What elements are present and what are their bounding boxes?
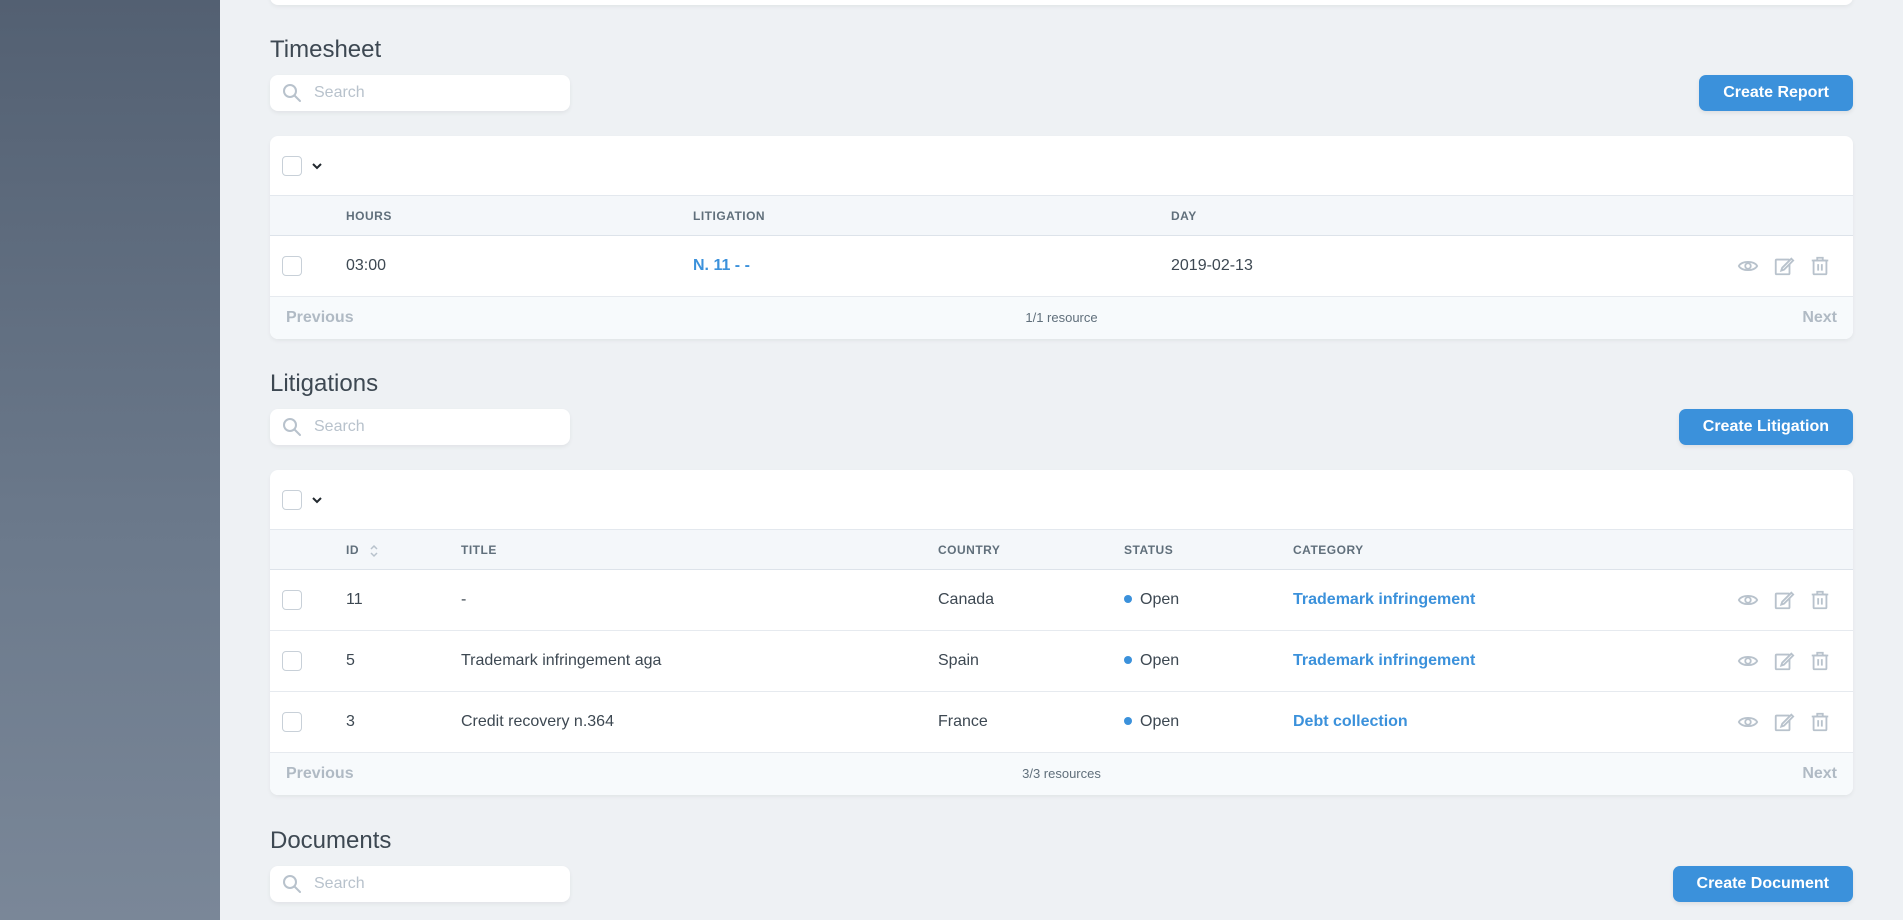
id-cell: 3: [346, 713, 355, 730]
status-cell: Open: [1124, 631, 1179, 691]
documents-title: Documents: [270, 827, 392, 854]
create-document-button[interactable]: Create Document: [1672, 866, 1853, 902]
category-link[interactable]: Debt collection: [1293, 692, 1408, 752]
column-id-label: ID: [346, 543, 359, 557]
chevron-down-icon[interactable]: [310, 493, 324, 507]
title-cell: Credit recovery n.364: [461, 713, 614, 730]
table-row: 11 - Canada Open Trademark infringement: [270, 570, 1853, 631]
day-cell: 2019-02-13: [1171, 257, 1253, 274]
main-content: Timesheet Create Report HOURS LITIGATION…: [220, 0, 1903, 920]
eye-icon[interactable]: [1737, 650, 1759, 672]
timesheet-title: Timesheet: [270, 36, 382, 63]
resource-count: 3/3 resources: [1022, 766, 1101, 781]
title-cell: -: [461, 591, 467, 608]
trash-icon[interactable]: [1809, 650, 1831, 672]
documents-search[interactable]: [270, 866, 570, 902]
litigation-link[interactable]: N. 11 - -: [693, 236, 750, 296]
table-header: ID TITLE COUNTRY STATUS CATEGORY: [270, 530, 1853, 570]
column-country[interactable]: COUNTRY: [938, 530, 1000, 570]
chevron-down-icon[interactable]: [310, 159, 324, 173]
category-link[interactable]: Trademark infringement: [1293, 570, 1475, 630]
search-icon: [283, 84, 301, 102]
timesheet-search[interactable]: [270, 75, 570, 111]
edit-icon[interactable]: [1773, 255, 1795, 277]
title-cell: Trademark infringement aga: [461, 652, 662, 669]
hours-cell: 03:00: [346, 257, 387, 274]
eye-icon[interactable]: [1737, 589, 1759, 611]
select-all-checkbox[interactable]: [282, 155, 302, 176]
search-icon: [283, 875, 301, 893]
row-actions: [1737, 650, 1831, 672]
country-cell: Spain: [938, 652, 979, 669]
edit-icon[interactable]: [1773, 711, 1795, 733]
category-link[interactable]: Trademark infringement: [1293, 631, 1475, 691]
table-row: 5 Trademark infringement aga Spain Open …: [270, 631, 1853, 692]
next-button[interactable]: Next: [1802, 297, 1837, 339]
table-row: 03:00 N. 11 - - 2019-02-13: [270, 236, 1853, 297]
table-row: 3 Credit recovery n.364 France Open Debt…: [270, 692, 1853, 753]
column-status[interactable]: STATUS: [1124, 530, 1173, 570]
timesheet-search-input[interactable]: [314, 84, 554, 102]
country-cell: France: [938, 713, 988, 730]
table-toolbar: [270, 470, 1853, 530]
trash-icon[interactable]: [1809, 255, 1831, 277]
litigations-table: ID TITLE COUNTRY STATUS CATEGORY 11 - Ca…: [270, 470, 1853, 795]
status-dot-icon: [1124, 655, 1132, 664]
eye-icon[interactable]: [1737, 255, 1759, 277]
pagination: Previous 3/3 resources Next: [270, 753, 1853, 795]
search-icon: [283, 418, 301, 436]
id-cell: 11: [346, 591, 363, 608]
row-checkbox[interactable]: [282, 712, 302, 732]
pagination: Previous 1/1 resource Next: [270, 297, 1853, 339]
status-label: Open: [1140, 713, 1180, 730]
litigations-search-input[interactable]: [314, 418, 554, 436]
column-title[interactable]: TITLE: [461, 530, 497, 570]
column-day[interactable]: DAY: [1171, 196, 1197, 236]
row-checkbox[interactable]: [282, 590, 302, 610]
next-button[interactable]: Next: [1802, 753, 1837, 795]
id-cell: 5: [346, 652, 355, 669]
sidebar: [0, 0, 220, 920]
edit-icon[interactable]: [1773, 589, 1795, 611]
status-dot-icon: [1124, 594, 1132, 603]
column-id[interactable]: ID: [346, 530, 379, 570]
previous-section-card: [270, 0, 1853, 5]
sort-icon[interactable]: [369, 544, 379, 558]
eye-icon[interactable]: [1737, 711, 1759, 733]
row-actions: [1737, 255, 1831, 277]
row-actions: [1737, 711, 1831, 733]
status-dot-icon: [1124, 716, 1132, 725]
status-cell: Open: [1124, 570, 1179, 630]
row-checkbox[interactable]: [282, 651, 302, 671]
table-header: HOURS LITIGATION DAY: [270, 196, 1853, 236]
resource-count: 1/1 resource: [1025, 310, 1098, 325]
timesheet-table: HOURS LITIGATION DAY 03:00 N. 11 - - 201…: [270, 136, 1853, 339]
litigations-title: Litigations: [270, 370, 379, 397]
row-checkbox[interactable]: [282, 256, 302, 276]
row-actions: [1737, 589, 1831, 611]
column-litigation[interactable]: LITIGATION: [693, 196, 765, 236]
status-label: Open: [1140, 591, 1180, 608]
create-report-button[interactable]: Create Report: [1699, 75, 1853, 111]
table-toolbar: [270, 136, 1853, 196]
column-hours[interactable]: HOURS: [346, 196, 392, 236]
trash-icon[interactable]: [1809, 711, 1831, 733]
litigations-search[interactable]: [270, 409, 570, 445]
documents-search-input[interactable]: [314, 875, 554, 893]
select-all-checkbox[interactable]: [282, 489, 302, 510]
country-cell: Canada: [938, 591, 995, 608]
trash-icon[interactable]: [1809, 589, 1831, 611]
create-litigation-button[interactable]: Create Litigation: [1678, 409, 1853, 445]
column-category[interactable]: CATEGORY: [1293, 530, 1364, 570]
edit-icon[interactable]: [1773, 650, 1795, 672]
status-cell: Open: [1124, 692, 1179, 752]
status-label: Open: [1140, 652, 1180, 669]
